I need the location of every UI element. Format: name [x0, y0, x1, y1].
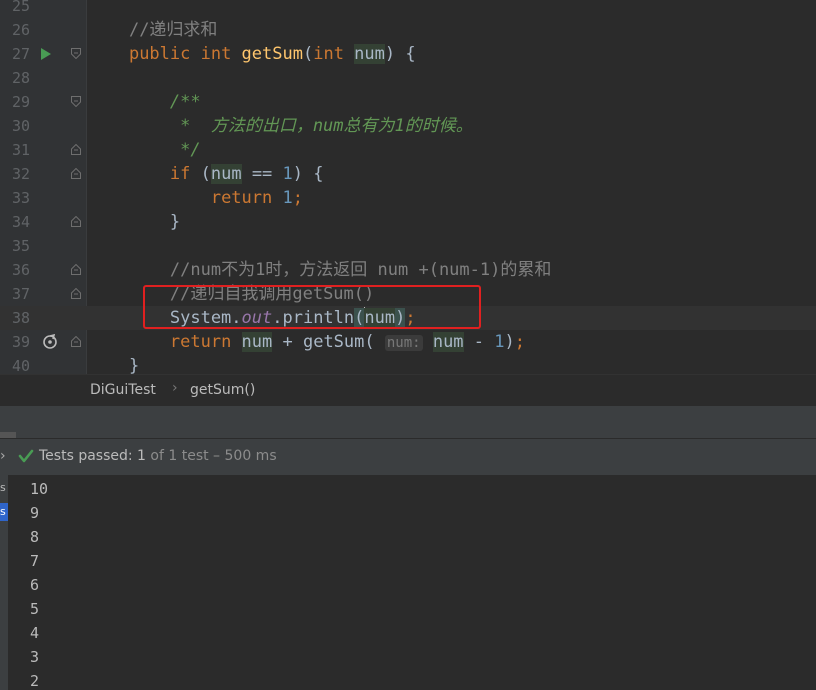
line-number: 33 — [11, 189, 30, 207]
line-number: 39 — [11, 333, 30, 351]
code-line[interactable]: 40 } — [0, 354, 816, 374]
console-line: 10 — [30, 480, 49, 498]
code-text[interactable]: public int getSum(int num) { — [88, 42, 416, 66]
code-line[interactable]: 25 — [0, 0, 816, 18]
code-text[interactable]: */ — [88, 138, 200, 162]
line-number: 26 — [11, 21, 30, 39]
fold-marker-icon[interactable] — [71, 168, 81, 179]
code-text[interactable]: } — [88, 210, 180, 234]
line-number: 30 — [11, 117, 30, 135]
tests-passed-count: 1 — [137, 448, 146, 464]
line-number: 36 — [11, 261, 30, 279]
console-line: 2 — [30, 672, 40, 690]
code-line[interactable]: 29 /** — [0, 90, 816, 114]
fold-marker-icon[interactable] — [71, 96, 81, 107]
fold-marker-icon[interactable] — [71, 144, 81, 155]
fold-marker-icon[interactable] — [71, 288, 81, 299]
console-tab-2[interactable]: s — [0, 503, 8, 521]
code-line[interactable]: 30 * 方法的出口，num总有为1的时候。 — [0, 114, 816, 138]
code-line[interactable]: 27 public int getSum(int num) { — [0, 42, 816, 66]
code-text[interactable]: * 方法的出口，num总有为1的时候。 — [88, 114, 473, 138]
code-line[interactable]: 32 if (num == 1) { — [0, 162, 816, 186]
breadcrumb-chevron-icon: › — [172, 380, 178, 396]
line-number: 34 — [11, 213, 30, 231]
line-number: 37 — [11, 285, 30, 303]
tests-passed-label: Tests passed: — [39, 448, 138, 464]
line-number: 28 — [11, 69, 30, 87]
run-gutter-icon[interactable] — [41, 48, 51, 60]
expand-chevron-icon[interactable]: › — [0, 448, 6, 464]
code-text[interactable]: } — [88, 354, 139, 374]
tests-total: of 1 test – 500 ms — [145, 448, 277, 464]
panel-splitter[interactable] — [0, 406, 816, 438]
recursive-call-icon[interactable] — [42, 334, 58, 350]
line-number: 32 — [11, 165, 30, 183]
line-number: 31 — [11, 141, 30, 159]
breadcrumb: DiGuiTest › getSum() — [0, 374, 816, 407]
code-line[interactable]: 28 — [0, 66, 816, 90]
annotation-highlight-box — [143, 285, 481, 329]
fold-marker-icon[interactable] — [71, 336, 81, 347]
fold-marker-icon[interactable] — [71, 48, 81, 59]
fold-marker-icon[interactable] — [71, 264, 81, 275]
line-number: 35 — [11, 237, 30, 255]
console-output[interactable]: s s 10 9 8 7 6 5 4 3 2 — [0, 475, 816, 690]
console-tab-1[interactable]: s — [0, 479, 8, 497]
line-number: 38 — [11, 309, 30, 327]
code-text[interactable]: //num不为1时，方法返回 num +(num-1)的累和 — [88, 258, 551, 282]
console-line: 7 — [30, 552, 40, 570]
console-line: 6 — [30, 576, 40, 594]
console-tabs: s s — [0, 475, 8, 690]
line-number: 27 — [11, 45, 30, 63]
code-line[interactable]: 36 //num不为1时，方法返回 num +(num-1)的累和 — [0, 258, 816, 282]
code-line[interactable]: 26 //递归求和 — [0, 18, 816, 42]
breadcrumb-method[interactable]: getSum() — [190, 382, 255, 398]
console-line: 5 — [30, 600, 40, 618]
console-line: 4 — [30, 624, 40, 642]
code-line[interactable]: 34 } — [0, 210, 816, 234]
code-text[interactable]: return num + getSum( num: num - 1); — [88, 330, 525, 354]
code-text[interactable]: /** — [88, 90, 201, 114]
test-result-text: Tests passed: 1 of 1 test – 500 ms — [39, 448, 277, 464]
line-number: 40 — [11, 357, 30, 374]
console-line: 8 — [30, 528, 40, 546]
line-number: 25 — [11, 0, 30, 15]
fold-marker-icon[interactable] — [71, 216, 81, 227]
code-line[interactable]: 33 return 1; — [0, 186, 816, 210]
code-line[interactable]: 35 — [0, 234, 816, 258]
check-icon — [18, 449, 34, 463]
code-text[interactable]: if (num == 1) { — [88, 162, 324, 186]
code-editor[interactable]: 25 26 //递归求和 27 public int getSum(int num)… — [0, 0, 816, 374]
line-number: 29 — [11, 93, 30, 111]
code-text[interactable]: return 1; — [88, 186, 303, 210]
console-line: 9 — [30, 504, 40, 522]
console-line: 3 — [30, 648, 40, 666]
code-text[interactable]: //递归求和 — [88, 18, 217, 42]
test-status-bar: › Tests passed: 1 of 1 test – 500 ms — [0, 438, 816, 476]
breadcrumb-class[interactable]: DiGuiTest — [90, 382, 156, 398]
code-line[interactable]: 31 */ — [0, 138, 816, 162]
code-line[interactable]: 39 return num + getSum( num: num - 1); — [0, 330, 816, 354]
